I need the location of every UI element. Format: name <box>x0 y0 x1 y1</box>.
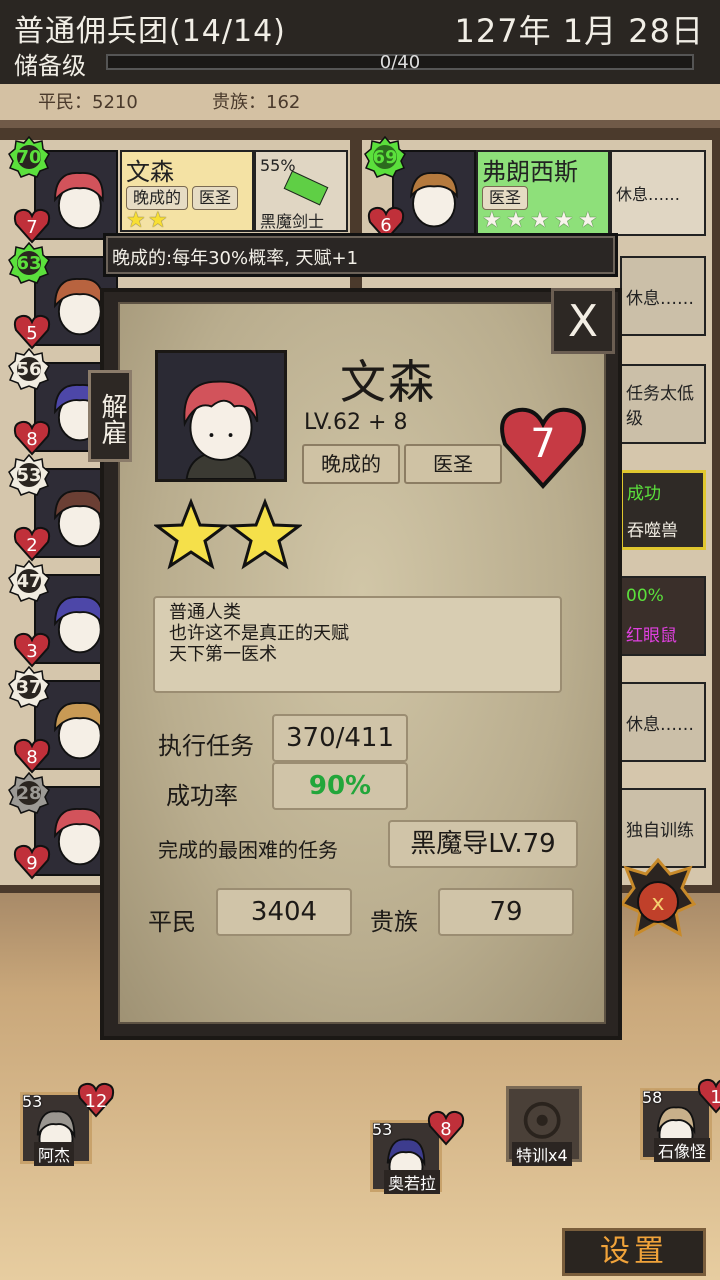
star-icon: ★ <box>530 208 550 233</box>
commoners-label: 平民 <box>148 908 196 936</box>
merc-status-slot[interactable]: 休息…… <box>620 256 706 336</box>
heart-icon: 5 <box>12 312 52 350</box>
level-badge: 70 <box>8 136 50 178</box>
merc-name: 弗朗西斯 <box>482 158 578 186</box>
star-icon: ★ <box>506 208 526 233</box>
heart-icon: 9 <box>12 842 52 880</box>
merc-status-box[interactable]: 休息…… <box>610 150 706 236</box>
description-line: 也许这不是真正的天赋 <box>169 623 349 644</box>
description-line: 普通人类 <box>169 602 241 623</box>
hero-description: 普通人类 也许这不是真正的天赋 天下第一医术 <box>153 596 562 693</box>
star-icon: ★ <box>148 208 168 233</box>
bench-level: 53 <box>22 1092 43 1111</box>
heart-icon: 12 <box>76 1080 116 1118</box>
merc-name: 文森 <box>126 158 174 186</box>
star-icon: ★ <box>554 208 574 233</box>
merc-status-slot[interactable]: 休息…… <box>620 682 706 762</box>
guild-rank: 储备级 <box>14 52 86 80</box>
merc-tag: 晚成的 <box>126 186 189 210</box>
success-rate-value: 90% <box>272 762 408 810</box>
description-line: 天下第一医术 <box>169 644 277 665</box>
star-icon: ★ <box>482 208 502 233</box>
level-badge: 69 <box>364 136 406 178</box>
svg-text:x: x <box>651 891 664 916</box>
level-badge: 37 <box>8 666 50 708</box>
bench-name: 奥若拉 <box>384 1170 441 1194</box>
dismiss-button[interactable]: 解雇 <box>88 370 132 462</box>
merc-task-slot[interactable]: 00% 红眼鼠 <box>620 576 706 656</box>
bench-name: 石像怪 <box>654 1138 711 1162</box>
hardest-task-value: 黑魔导LV.79 <box>388 820 578 868</box>
merc-tag: 医圣 <box>192 186 239 210</box>
merc-status: 休息…… <box>616 185 681 204</box>
heart-icon: 1 <box>696 1076 720 1114</box>
level-badge: 28 <box>8 772 50 814</box>
bench-level: 53 <box>372 1120 393 1139</box>
merc-card-info[interactable]: 文森 晚成的 医圣 ★ ★ <box>120 150 254 233</box>
top-bar: 普通佣兵团(14/14) 127年 1月 28日 储备级 0/40 <box>0 0 720 84</box>
level-badge: 47 <box>8 560 50 602</box>
guild-emblem-icon[interactable]: x <box>619 857 697 950</box>
commoner-count: 平民：5210 <box>38 92 138 113</box>
star-icon: ★ <box>578 208 598 233</box>
settings-button[interactable]: 设置 <box>562 1228 706 1276</box>
heart-icon: 8 <box>426 1108 466 1146</box>
hero-trait-tag[interactable]: 医圣 <box>404 444 502 484</box>
hero-trait-tag[interactable]: 晚成的 <box>302 444 400 484</box>
heart-icon: 7 <box>12 206 52 244</box>
bench-name: 阿杰 <box>34 1142 75 1166</box>
hero-portrait <box>155 350 287 482</box>
scroll-icon <box>283 170 329 206</box>
level-badge: 56 <box>8 348 50 390</box>
nobles-label: 贵族 <box>370 908 418 936</box>
heart-icon: 2 <box>12 524 52 562</box>
merc-tag: 医圣 <box>482 186 529 210</box>
star-icon <box>152 497 230 572</box>
hero-level: LV.62 + 8 <box>304 410 408 435</box>
task-name: 黑魔剑士 <box>260 212 325 231</box>
bench-level: 58 <box>642 1088 663 1107</box>
merc-status-slot[interactable]: 任务太低级 <box>620 364 706 444</box>
merc-task-slot[interactable]: 成功 吞噬兽 <box>620 470 706 550</box>
commoners-value: 3404 <box>216 888 352 936</box>
hardest-task-label: 完成的最困难的任务 <box>158 838 338 862</box>
close-button[interactable]: X <box>551 288 615 354</box>
heart-icon: 3 <box>12 630 52 668</box>
merc-task-box[interactable]: 55% 黑魔剑士 <box>254 150 348 232</box>
heart-icon: 7 <box>497 402 589 490</box>
star-icon <box>226 497 304 572</box>
game-date: 127年 1月 28日 <box>454 12 704 50</box>
nobles-value: 79 <box>438 888 574 936</box>
tasks-value: 370/411 <box>272 714 408 762</box>
heart-icon: 8 <box>12 736 52 774</box>
merc-card-info[interactable]: 弗朗西斯 医圣 ★ ★ ★ ★ ★ <box>476 150 610 236</box>
tasks-label: 执行任务 <box>158 732 254 760</box>
success-rate-label: 成功率 <box>166 782 238 810</box>
reputation-text: 0/40 <box>379 52 421 73</box>
heart-icon: 8 <box>12 418 52 456</box>
level-badge: 53 <box>8 454 50 496</box>
reputation-bar: 0/40 <box>106 52 694 73</box>
trait-tooltip: 晚成的:每年30%概率, 天赋+1 <box>103 233 618 277</box>
guild-name: 普通佣兵团(14/14) <box>14 14 286 49</box>
star-icon: ★ <box>126 208 146 233</box>
merc-status-slot[interactable]: 独自训练 <box>620 788 706 868</box>
level-badge: 63 <box>8 242 50 284</box>
hero-name: 文森 <box>340 355 436 409</box>
noble-count: 贵族：162 <box>212 92 301 113</box>
training-label: 特训x4 <box>512 1142 572 1166</box>
